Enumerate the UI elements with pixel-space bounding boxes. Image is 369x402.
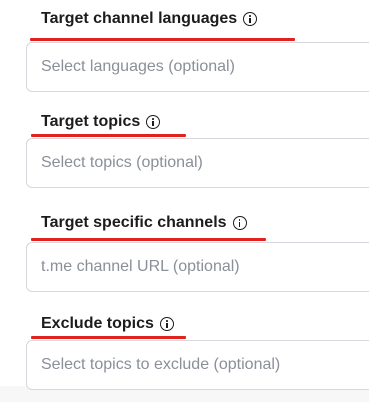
highlight-underline (31, 238, 266, 241)
placeholder-text: t.me channel URL (optional) (41, 258, 240, 275)
field-label-channel-languages: Target channel languages (41, 10, 258, 28)
info-icon[interactable] (243, 12, 258, 26)
field-label-target-topics: Target topics (41, 113, 161, 131)
placeholder-text: Select topics (optional) (41, 154, 203, 171)
field-label-exclude-topics: Exclude topics (41, 315, 174, 333)
info-icon[interactable] (146, 115, 161, 129)
field-label-text: Target topics (41, 113, 141, 130)
highlight-underline (31, 134, 186, 137)
highlight-underline (30, 38, 295, 41)
target-topics-select[interactable]: Select topics (optional) (26, 138, 369, 188)
placeholder-text: Select languages (optional) (41, 58, 235, 75)
exclude-topics-select[interactable]: Select topics to exclude (optional) (26, 340, 369, 390)
field-label-text: Exclude topics (41, 315, 154, 332)
field-label-text: Target channel languages (41, 10, 238, 27)
info-icon[interactable] (159, 317, 174, 331)
info-icon[interactable] (232, 216, 247, 230)
field-label-specific-channels: Target specific channels (41, 214, 247, 232)
highlight-underline (31, 336, 186, 339)
targeting-form: Target channel languages Select language… (0, 0, 369, 390)
field-label-text: Target specific channels (41, 214, 227, 231)
placeholder-text: Select topics to exclude (optional) (41, 356, 281, 373)
channel-languages-select[interactable]: Select languages (optional) (26, 42, 369, 92)
specific-channels-input[interactable]: t.me channel URL (optional) (26, 242, 369, 292)
